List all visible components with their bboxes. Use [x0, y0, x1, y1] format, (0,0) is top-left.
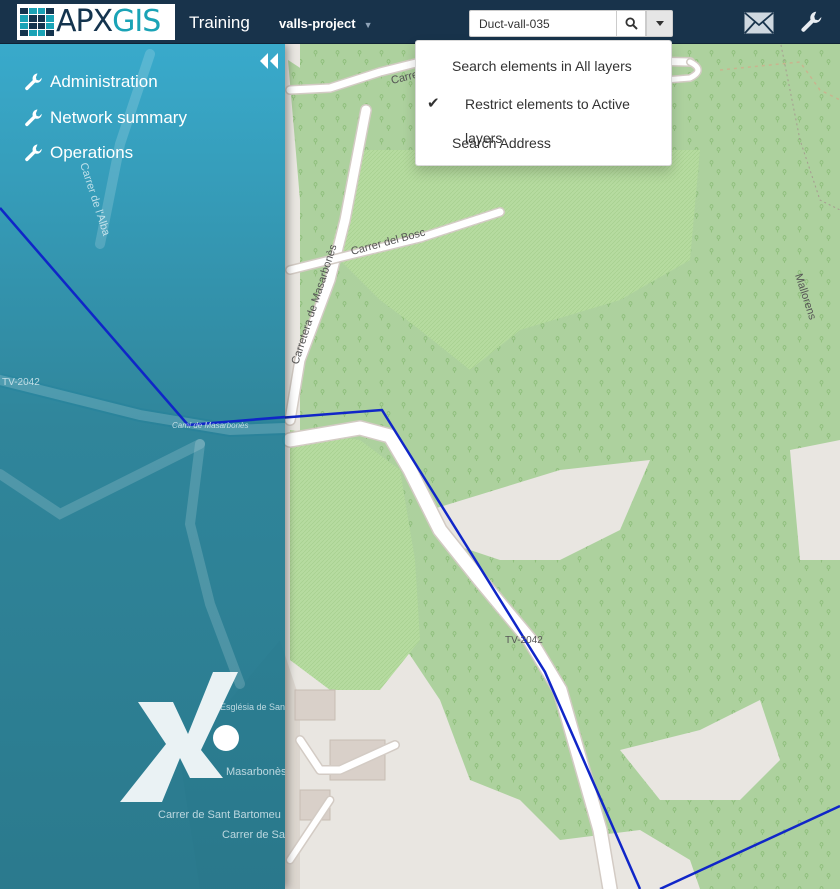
- checkmark-icon: ✔: [427, 95, 440, 112]
- double-chevron-left-icon[interactable]: [258, 52, 280, 70]
- sidebar-map-label-bartomeu: Carrer de Sant Bartomeu: [158, 809, 281, 821]
- search-button[interactable]: [617, 10, 646, 37]
- search-input[interactable]: [469, 10, 617, 37]
- sidebar-map-label-cami: Camí de Masarbonès: [172, 421, 248, 430]
- top-navbar: APXGIS Training valls-project ▼: [0, 0, 840, 44]
- search-options-menu: Search elements in All layers ✔ Restrict…: [415, 40, 672, 166]
- apxgis-logo[interactable]: APXGIS: [17, 4, 175, 40]
- menu-item-restrict-active-layers[interactable]: ✔ Restrict elements to Active layers: [416, 87, 671, 146]
- mail-icon[interactable]: [744, 12, 774, 34]
- x-brand-icon: [120, 672, 239, 802]
- wrench-icon[interactable]: [800, 10, 824, 34]
- map-label-tv-2042-mid: TV-2042: [505, 635, 543, 646]
- sidebar-item-label: Operations: [50, 143, 134, 162]
- sidebar-map-label-antoni: Carrer de Sant Antoni: [222, 829, 285, 841]
- menu-item-search-all-layers[interactable]: Search elements in All layers: [416, 49, 671, 83]
- app-title: Training: [189, 13, 250, 32]
- menu-item-label: Search Address: [452, 135, 551, 151]
- sidebar-item-label: Administration: [50, 72, 158, 91]
- chevron-down-icon: ▼: [363, 20, 373, 30]
- menu-item-search-address[interactable]: Search Address: [416, 126, 671, 160]
- wrench-icon: [25, 73, 42, 91]
- wrench-icon: [25, 109, 42, 127]
- logo-mark-icon: [20, 8, 54, 36]
- sidebar-item-network-summary[interactable]: Network summary: [24, 105, 187, 131]
- menu-item-label: Search elements in All layers: [452, 58, 632, 74]
- sidebar-item-label: Network summary: [50, 108, 187, 127]
- search-options-dropdown-button[interactable]: [646, 10, 673, 37]
- sidebar-item-administration[interactable]: Administration: [24, 69, 158, 95]
- sidebar-item-operations[interactable]: Operations: [24, 140, 133, 166]
- wrench-icon: [25, 144, 42, 162]
- sidebar-map-label-tv-2042: TV-2042: [2, 377, 40, 388]
- project-name: valls-project: [279, 16, 356, 31]
- search-icon: [624, 17, 638, 30]
- project-selector[interactable]: valls-project ▼: [279, 0, 373, 49]
- sidebar-panel: Carrer de l'Alba TV-2042 Camí de Masarbo…: [0, 44, 285, 889]
- logo-text: APXGIS: [56, 4, 161, 39]
- caret-down-icon: [655, 21, 664, 26]
